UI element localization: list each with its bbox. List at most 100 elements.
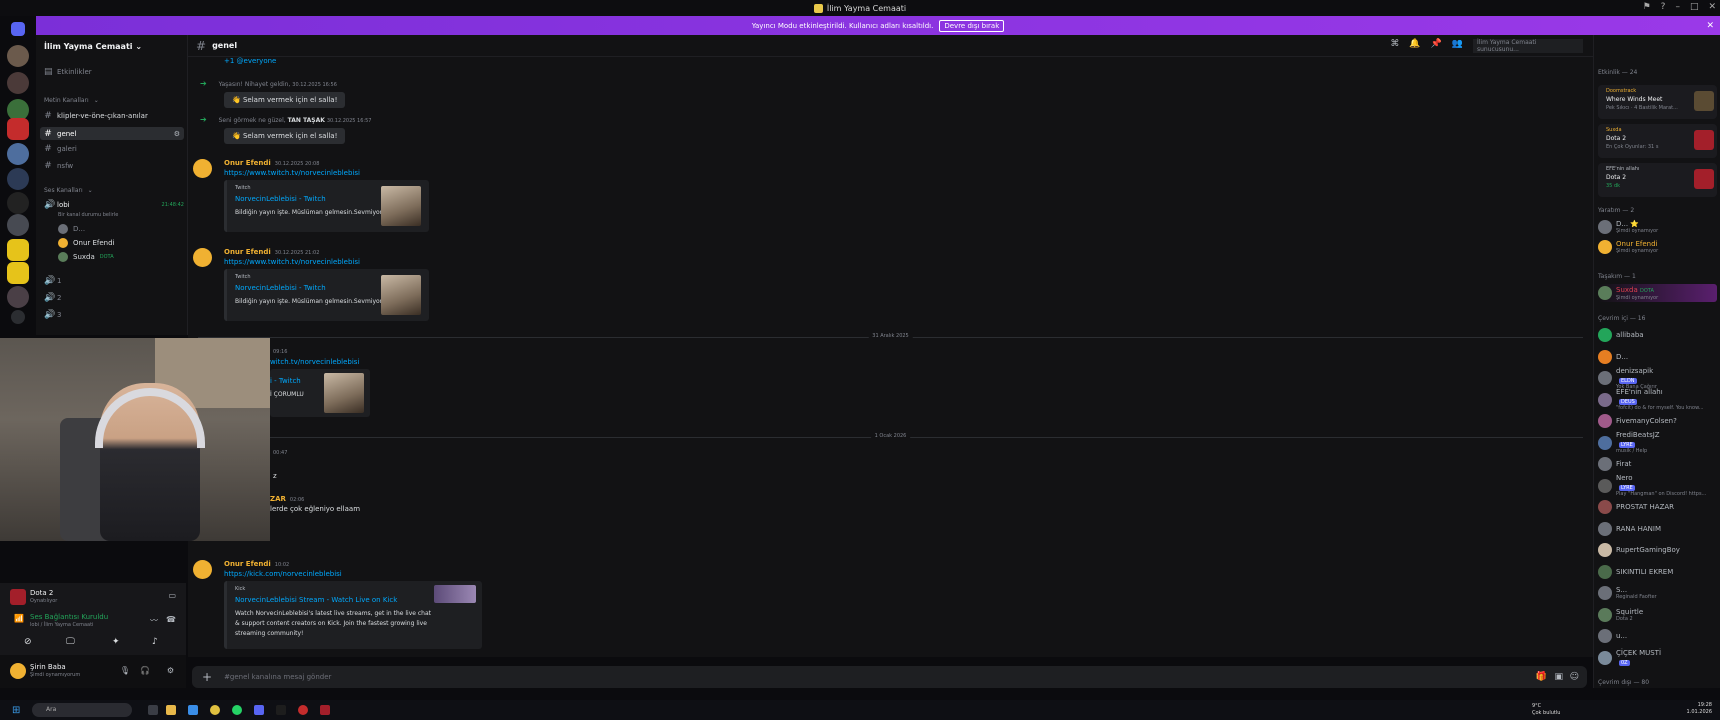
pin-icon[interactable]: 📌	[1431, 39, 1442, 53]
discord-home-icon[interactable]	[11, 22, 25, 36]
member-item[interactable]: S... Reginald Faofter	[1598, 584, 1717, 602]
avatar[interactable]	[193, 560, 212, 579]
member-item[interactable]: SIKINTILI EKREM	[1598, 563, 1717, 581]
member-item[interactable]: FivemanyColsen?	[1598, 412, 1717, 430]
voice-channel[interactable]: 🔊 1	[44, 276, 61, 286]
help-icon[interactable]: ?	[1661, 2, 1666, 12]
server-icon[interactable]	[7, 118, 29, 140]
embed-thumbnail[interactable]	[324, 373, 364, 413]
member-item[interactable]: Onur Efendi Şimdi oynamıyor	[1598, 238, 1717, 256]
category-text-channels[interactable]: Metin Kanalları ⌄	[44, 97, 99, 104]
embed-title[interactable]: NorvecinLeblebisi - Twitch	[235, 195, 326, 203]
member-item[interactable]: allibaba	[1598, 326, 1717, 344]
avatar[interactable]	[193, 248, 212, 267]
app-icon[interactable]	[276, 705, 286, 715]
whatsapp-icon[interactable]	[232, 705, 242, 715]
wave-button[interactable]: 👋 Selam vermek için el salla!	[224, 92, 346, 108]
search-input[interactable]: İlim Yayma Cemaati sunucusunu...	[1473, 38, 1583, 53]
wave-button[interactable]: 👋 Selam vermek için el salla!	[224, 128, 346, 144]
embed-thumbnail[interactable]	[434, 585, 476, 603]
server-icon[interactable]	[7, 239, 29, 261]
server-icon[interactable]	[7, 72, 29, 94]
inbox-icon[interactable]: ⚑	[1643, 2, 1651, 12]
server-icon[interactable]	[7, 214, 29, 236]
headphones-icon[interactable]: 🎧	[140, 666, 150, 675]
voice-connection-location[interactable]: lobi / İlim Yayma Cemaati	[30, 622, 93, 628]
activity-card[interactable]: Suxda Dota 2 En Çok Oyunlar: 31 s	[1598, 124, 1717, 158]
channel-item-genel[interactable]: # genel ⚙	[40, 127, 184, 140]
banner-close-icon[interactable]: ✕	[1706, 21, 1714, 31]
activities-icon[interactable]: ✦	[112, 637, 120, 647]
server-icon[interactable]	[7, 143, 29, 165]
voice-user[interactable]: Suxda DOTA	[58, 252, 114, 262]
member-item[interactable]: Squirtle Dota 2	[1598, 606, 1717, 624]
taskbar-search[interactable]: Ara	[32, 703, 132, 717]
category-voice-channels[interactable]: Ses Kanalları ⌄	[44, 187, 93, 194]
embed-thumbnail[interactable]	[381, 186, 421, 226]
server-icon[interactable]	[7, 45, 29, 67]
channel-status[interactable]: Bir kanal durumu belirle	[58, 212, 118, 218]
emoji-icon[interactable]: ☺	[1570, 672, 1579, 682]
server-icon[interactable]	[7, 262, 29, 284]
screen-icon[interactable]: ▭	[168, 591, 176, 600]
embed-title[interactable]: i - Twitch	[270, 377, 301, 385]
message-composer[interactable]: + #genel kanalına mesaj gönder 🎁 ▣ ☺	[192, 666, 1587, 688]
app-icon[interactable]	[298, 705, 308, 715]
server-icon[interactable]	[7, 192, 29, 214]
server-icon[interactable]	[7, 286, 29, 308]
minimize-button[interactable]: –	[1675, 2, 1680, 12]
avatar[interactable]	[193, 159, 212, 178]
embed-title[interactable]: NorvecinLeblebisi - Twitch	[235, 284, 326, 292]
events-item[interactable]: ▤ Etkinlikler	[44, 67, 92, 77]
activity-card[interactable]: EFE'nin allahı Dota 2 35 dk	[1598, 163, 1717, 197]
microphone-icon[interactable]: 🎙	[120, 666, 130, 675]
voice-connection-status[interactable]: Ses Bağlantısı Kuruldu	[30, 613, 108, 621]
voice-user[interactable]: D...	[58, 224, 85, 234]
member-item[interactable]: PROSTAT HAZAR	[1598, 498, 1717, 516]
message-author[interactable]: Onur Efendi 30.12.2025 20:08	[224, 159, 319, 167]
embed-title[interactable]: NorvecinLeblebisi Stream - Watch Live on…	[235, 596, 397, 604]
add-attachment-icon[interactable]: +	[202, 670, 212, 684]
camera-icon[interactable]: ⊘	[24, 637, 32, 647]
disconnect-icon[interactable]: ☎	[166, 615, 176, 624]
member-item[interactable]: ÇİÇEK MUSTİ 0Z	[1598, 649, 1717, 667]
settings-gear-icon[interactable]: ⚙	[174, 130, 180, 138]
member-item[interactable]: RANA HANIM	[1598, 520, 1717, 538]
settings-gear-icon[interactable]: ⚙	[167, 666, 174, 675]
disable-streamer-mode-button[interactable]: Devre dışı bırak	[939, 19, 1005, 32]
member-item[interactable]: denizsapik ELDN Yok Bana Çağırır	[1598, 367, 1717, 390]
file-explorer-icon[interactable]	[166, 705, 176, 715]
gift-icon[interactable]: 🎁	[1536, 672, 1547, 682]
embed-thumbnail[interactable]	[381, 275, 421, 315]
member-item[interactable]: EFE'nin allahı DEUS "fofcit) do & for myse…	[1598, 388, 1717, 411]
noise-suppression-icon[interactable]: 〰	[150, 615, 158, 626]
bell-icon[interactable]: 🔔	[1409, 39, 1420, 53]
members-icon[interactable]: 👥	[1452, 39, 1463, 53]
message-link[interactable]: https://www.twitch.tv/norvecinleblebisi	[224, 258, 360, 266]
channel-item-klipler[interactable]: # klipler-ve-öne-çıkan-anılar	[44, 111, 148, 121]
chrome-icon[interactable]	[210, 705, 220, 715]
telegram-icon[interactable]	[188, 705, 198, 715]
windows-start-icon[interactable]: ⊞	[12, 705, 20, 716]
member-item[interactable]: RupertGamingBoy	[1598, 541, 1717, 559]
channel-item-galeri[interactable]: # galeri	[44, 144, 77, 154]
dota-game-icon[interactable]	[320, 705, 330, 715]
server-icon[interactable]	[7, 168, 29, 190]
soundboard-icon[interactable]: ♪	[152, 637, 158, 647]
member-item[interactable]: FrediBeatsJZ LYRE musik / Help	[1598, 431, 1717, 454]
system-clock[interactable]: 19:28 1.01.2026	[1687, 702, 1712, 716]
discord-icon[interactable]	[254, 705, 264, 715]
message-link[interactable]: https://kick.com/norvecinleblebisi	[224, 570, 342, 578]
user-name[interactable]: Şirin Baba	[30, 663, 66, 671]
task-view-icon[interactable]	[148, 705, 158, 715]
message-author[interactable]: ZAR 02:06	[270, 495, 304, 503]
voice-channel[interactable]: 🔊 3	[44, 310, 61, 320]
screen-share-icon[interactable]: 🖵	[66, 637, 75, 647]
message-author[interactable]: Onur Efendi 30.12.2025 21:02	[224, 248, 319, 256]
member-item[interactable]: Nero LYRE Play "Hangman" on Discord! https…	[1598, 474, 1717, 497]
add-server-icon[interactable]	[11, 310, 25, 324]
activity-card[interactable]: Doomstrack Where Winds Meet Pek Sıkıcı ·…	[1598, 85, 1717, 119]
server-name[interactable]: İlim Yayma Cemaati ⌄	[44, 42, 142, 51]
threads-icon[interactable]: ⌘	[1390, 39, 1399, 53]
message-link[interactable]: https://www.twitch.tv/norvecinleblebisi	[224, 169, 360, 177]
